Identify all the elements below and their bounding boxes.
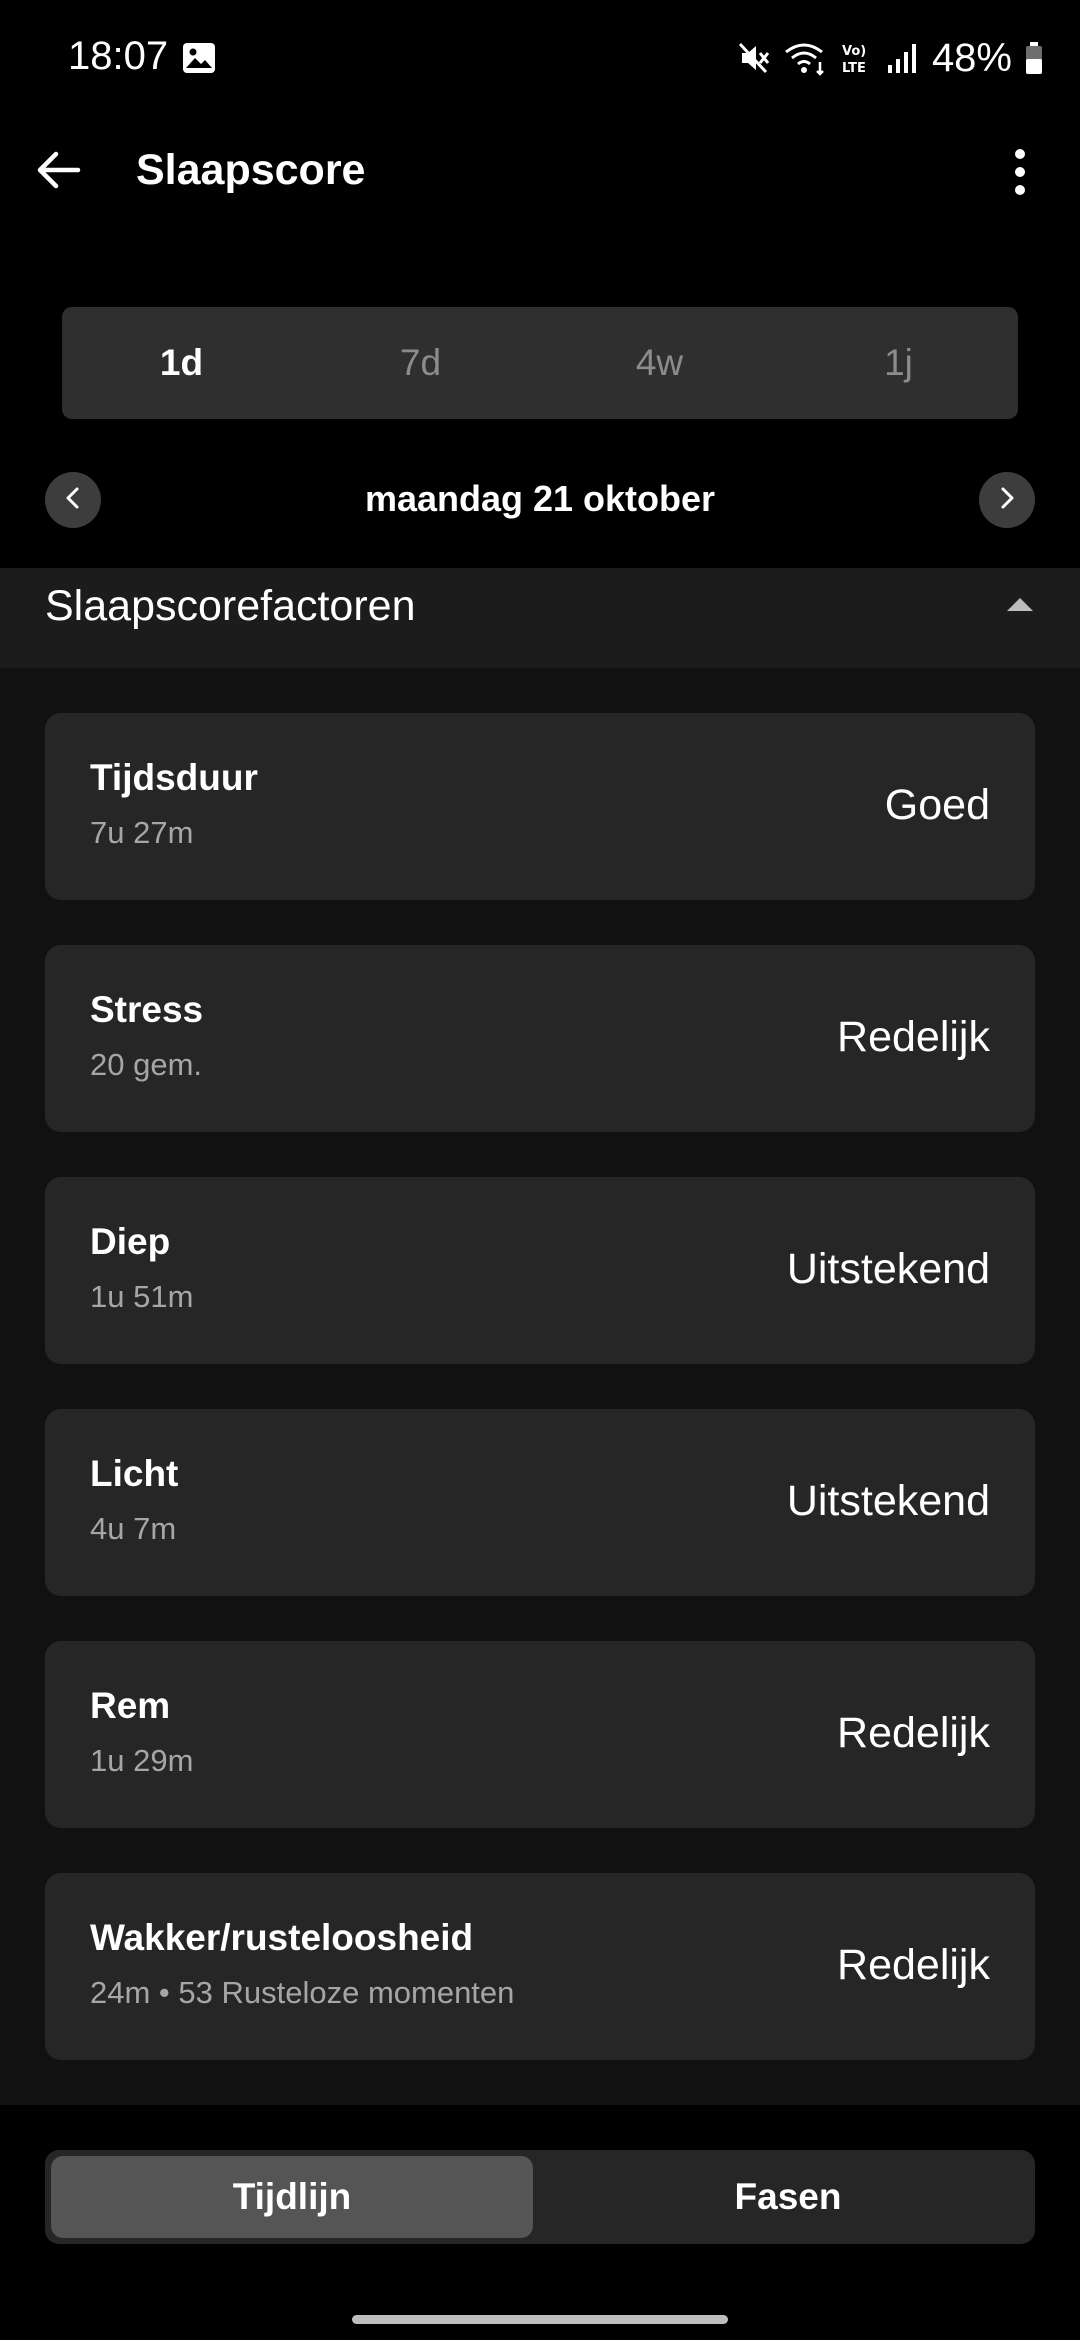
status-time: 18:07: [68, 34, 169, 78]
factor-card-stress[interactable]: Stress 20 gem. Redelijk: [45, 945, 1035, 1132]
factor-rating: Uitstekend: [786, 1477, 990, 1525]
factor-card-tijdsduur[interactable]: Tijdsduur 7u 27m Goed: [45, 713, 1035, 900]
status-icons: Vo) LTE 48%: [736, 34, 1044, 82]
battery-icon: [1024, 41, 1044, 75]
factor-card-rem[interactable]: Rem 1u 29m Redelijk: [45, 1641, 1035, 1828]
factor-value: 24m • 53 Rusteloze momenten: [90, 1975, 515, 2010]
factors-list: Tijdsduur 7u 27m Goed Stress 20 gem. Red…: [0, 668, 1080, 2105]
date-navigation: maandag 21 oktober: [0, 470, 1080, 530]
home-indicator[interactable]: [352, 2315, 728, 2324]
factor-name: Tijdsduur: [90, 757, 258, 798]
arrow-left-icon: [34, 146, 82, 199]
mute-icon: [736, 40, 772, 76]
section-title: Slaapscorefactoren: [45, 582, 416, 630]
factor-name: Diep: [90, 1221, 171, 1262]
svg-text:Vo): Vo): [842, 44, 866, 59]
factor-rating: Redelijk: [837, 1013, 990, 1061]
factor-value: 4u 7m: [90, 1511, 177, 1546]
tab-1d[interactable]: 1d: [62, 307, 301, 419]
section-header[interactable]: Slaapscorefactoren: [0, 568, 1080, 668]
factor-card-diep[interactable]: Diep 1u 51m Uitstekend: [45, 1177, 1035, 1364]
chevron-right-icon: [995, 486, 1019, 515]
factor-value: 1u 51m: [90, 1279, 194, 1314]
caret-up-icon: [1005, 595, 1035, 618]
tab-1j[interactable]: 1j: [779, 307, 1018, 419]
factor-name: Stress: [90, 989, 204, 1030]
gallery-icon: [182, 42, 216, 74]
more-vertical-icon: [1014, 148, 1026, 201]
factor-value: 20 gem.: [90, 1047, 203, 1082]
factor-card-wakker[interactable]: Wakker/rusteloosheid 24m • 53 Rusteloze …: [45, 1873, 1035, 2060]
collapse-button[interactable]: [1000, 586, 1040, 626]
factor-rating: Goed: [884, 781, 990, 829]
volte-icon: Vo) LTE: [840, 40, 874, 76]
factor-card-licht[interactable]: Licht 4u 7m Uitstekend: [45, 1409, 1035, 1596]
more-options-button[interactable]: [1000, 142, 1040, 206]
tab-7d[interactable]: 7d: [301, 307, 540, 419]
signal-icon: [886, 41, 918, 75]
page-title: Slaapscore: [136, 146, 366, 194]
back-button[interactable]: [26, 140, 90, 204]
range-tabs: 1d 7d 4w 1j: [62, 307, 1018, 419]
status-bar: 18:07 Vo) LTE 48%: [0, 0, 1080, 118]
factor-name: Licht: [90, 1453, 179, 1494]
selected-date: maandag 21 oktober: [364, 478, 716, 519]
svg-text:LTE: LTE: [842, 61, 866, 76]
factor-name: Rem: [90, 1685, 171, 1726]
tab-4w[interactable]: 4w: [540, 307, 779, 419]
factor-rating: Redelijk: [837, 1709, 990, 1757]
wifi-icon: [784, 40, 828, 76]
battery-percentage: 48%: [931, 35, 1012, 80]
factor-rating: Redelijk: [837, 1941, 990, 1989]
view-toggle: Tijdlijn Fasen: [45, 2150, 1035, 2244]
factor-value: 7u 27m: [90, 815, 194, 850]
factor-name: Wakker/rusteloosheid: [90, 1917, 474, 1958]
next-day-button[interactable]: [979, 472, 1035, 528]
factor-rating: Uitstekend: [786, 1245, 990, 1293]
app-bar: Slaapscore: [0, 118, 1080, 226]
tab-fasen[interactable]: Fasen: [547, 2156, 1029, 2238]
factor-value: 1u 29m: [90, 1743, 194, 1778]
tab-tijdlijn[interactable]: Tijdlijn: [51, 2156, 533, 2238]
